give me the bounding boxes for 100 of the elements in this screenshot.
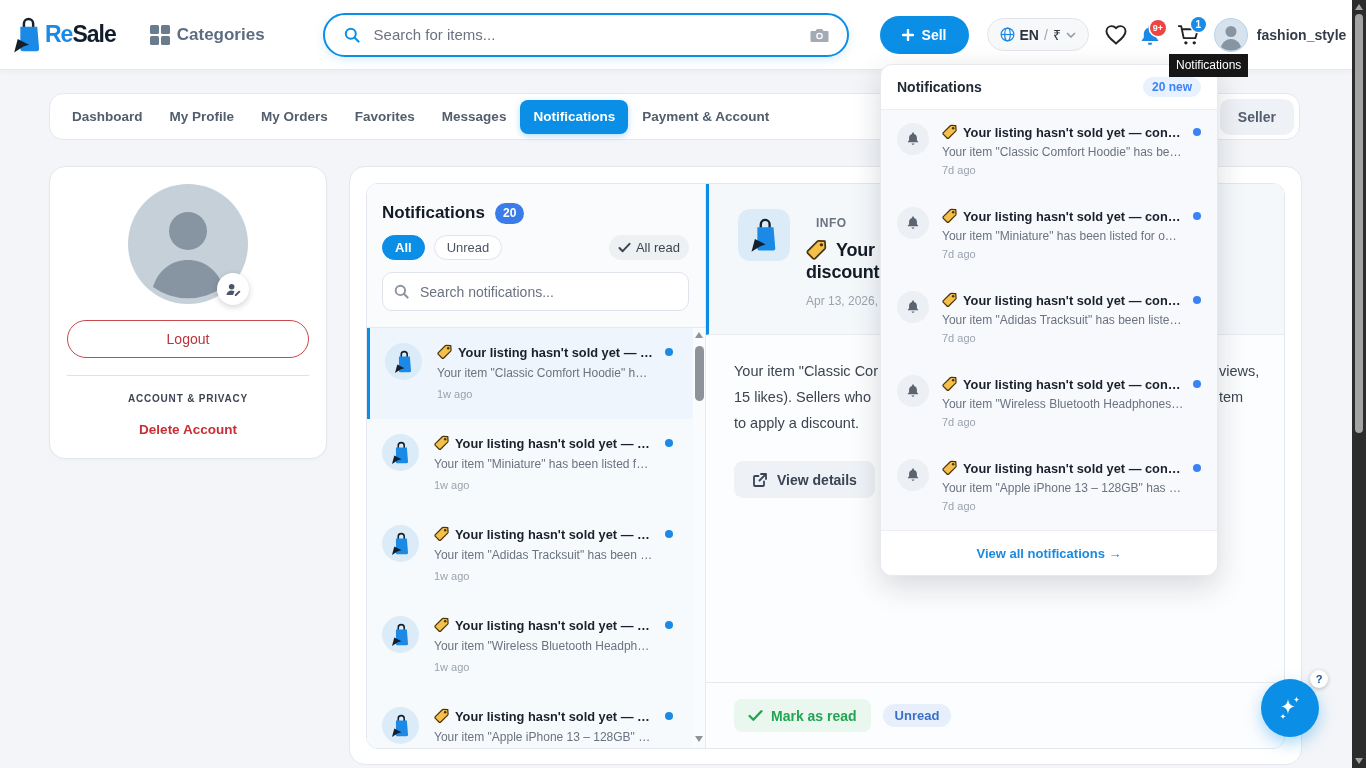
tab[interactable]: Messages — [428, 99, 520, 134]
check-icon — [617, 242, 631, 253]
tab[interactable]: Payment & Account — [629, 99, 783, 134]
message-text: 15 likes). Sellers who — [734, 388, 871, 407]
locale-selector[interactable]: EN / ₹ — [986, 18, 1089, 51]
logo-text[interactable]: ReSale — [45, 21, 116, 48]
bell-icon — [897, 207, 929, 239]
message-text: to apply a discount. — [734, 414, 859, 433]
notification-title: Your listing hasn't sold yet — … — [455, 435, 650, 451]
view-all-link[interactable]: View all notifications → — [976, 545, 1122, 561]
notification-title: Your listing hasn't sold yet — … — [455, 708, 650, 724]
tag-icon — [942, 208, 958, 224]
message-text: views, — [1219, 362, 1260, 381]
search-field[interactable]: Search for items... — [322, 12, 849, 57]
notification-title: Your listing hasn't sold yet — … — [458, 344, 653, 360]
message-text: tem — [1219, 388, 1244, 407]
notification-summary: Your item "Adidas Tracksuit" has been liste… — [942, 312, 1182, 328]
notification-item[interactable]: Your listing hasn't sold yet — con… Your item "Apple iPhone 13 – 128GB" has … 7d ago — [881, 446, 1217, 530]
tag-icon — [942, 376, 958, 392]
bell-icon — [897, 375, 929, 407]
scrollbar-thumb[interactable] — [1355, 14, 1363, 433]
notification-summary: Your item "Wireless Bluetooth Headph… — [434, 638, 650, 654]
search-icon — [343, 26, 360, 43]
notification-time: 1w ago — [437, 387, 473, 401]
help-badge[interactable]: ? — [1310, 670, 1328, 688]
plus-icon — [901, 28, 914, 41]
tag-icon — [434, 435, 450, 451]
detail-title: discount — [806, 261, 880, 283]
panel-title: Notifications — [382, 203, 485, 223]
user-edit-icon — [225, 282, 241, 296]
camera-icon[interactable] — [809, 27, 829, 43]
notification-title: Your listing hasn't sold yet — con… — [963, 460, 1181, 476]
shopping-bag-icon — [382, 434, 419, 471]
mark-all-read-button[interactable]: All read — [608, 235, 689, 260]
notification-type-label: INFO — [816, 215, 847, 231]
notification-count-badge: 9+ — [1149, 19, 1166, 36]
delete-account-link[interactable]: Delete Account — [139, 422, 237, 438]
notification-summary: Your item "Apple iPhone 13 – 128GB" … — [434, 729, 651, 745]
tag-icon — [434, 708, 450, 724]
shopping-bag-icon — [382, 616, 419, 653]
grid-icon — [149, 24, 170, 45]
globe-icon — [999, 27, 1015, 42]
tag-icon — [434, 526, 450, 542]
notification-time: 7d ago — [942, 331, 976, 345]
filter-chip[interactable]: Unread — [433, 235, 503, 260]
notification-time: 7d ago — [942, 415, 976, 429]
notification-title: Your listing hasn't sold yet — … — [455, 617, 650, 633]
heart-icon[interactable] — [1104, 24, 1127, 45]
scrollbar-thumb[interactable] — [694, 346, 704, 401]
new-count-badge: 20 new — [1142, 77, 1201, 97]
chevron-down-icon — [1065, 31, 1076, 38]
logout-button[interactable]: Logout — [67, 320, 309, 358]
notification-title: Your listing hasn't sold yet — con… — [963, 208, 1181, 224]
external-link-icon — [752, 471, 768, 488]
edit-photo-button[interactable] — [217, 273, 249, 305]
tag-icon — [806, 239, 828, 261]
status-badge: Unread — [882, 704, 952, 727]
tag-icon — [437, 344, 453, 360]
categories-menu[interactable]: Categories — [149, 24, 265, 45]
shopping-bag-icon — [382, 525, 419, 562]
check-icon — [748, 709, 763, 722]
notification-title: Your listing hasn't sold yet — con… — [963, 124, 1181, 140]
notification-item[interactable]: Your listing hasn't sold yet — con… Your item "Adidas Tracksuit" has been liste… 7d ago — [881, 278, 1217, 362]
tag-icon — [942, 460, 958, 476]
notification-summary: Your item "Classic Comfort Hoodie" has be… — [942, 144, 1182, 160]
message-text: Your item "Classic Cor — [734, 362, 879, 381]
tab[interactable]: Favorites — [341, 99, 428, 134]
notification-date: Apr 13, 2026, — [806, 293, 879, 309]
view-details-button[interactable]: View details — [734, 461, 875, 498]
count-badge: 20 — [494, 202, 525, 224]
scroll-up-arrow-icon[interactable] — [1355, 4, 1363, 10]
shopping-bag-icon[interactable] — [12, 15, 42, 54]
scroll-down-arrow-icon[interactable] — [1355, 758, 1363, 764]
notification-title: Your listing hasn't sold yet — … — [455, 526, 650, 542]
tab[interactable]: My Orders — [248, 99, 341, 134]
notification-summary: Your item "Apple iPhone 13 – 128GB" has … — [942, 480, 1181, 496]
cart-count-badge: 1 — [1190, 16, 1206, 32]
notification-summary: Your item "Classic Comfort Hoodie" h… — [437, 365, 648, 381]
notification-item[interactable]: Your listing hasn't sold yet — con… Your item "Wireless Bluetooth Headphones… 7d ago — [881, 362, 1217, 446]
notification-summary: Your item "Wireless Bluetooth Headphones… — [942, 396, 1184, 412]
detail-title: Your — [836, 239, 875, 261]
user-avatar[interactable] — [1213, 17, 1248, 52]
shopping-bag-icon — [738, 209, 790, 261]
notification-time: 1w ago — [434, 478, 470, 492]
notification-time: 7d ago — [942, 499, 976, 513]
bell-icon — [897, 123, 929, 155]
bell-icon — [897, 459, 929, 491]
notification-item[interactable]: Your listing hasn't sold yet — con… Your item "Miniature" has been listed for o… 7d ago — [881, 194, 1217, 278]
notification-item[interactable]: Your listing hasn't sold yet — … Your item "Classic Comfort Hoodie" h… 1w ago — [367, 328, 693, 419]
role-option[interactable]: Seller — [1221, 100, 1292, 133]
username[interactable]: fashion_style — [1256, 26, 1347, 43]
tab[interactable]: My Profile — [156, 99, 248, 134]
notification-summary: Your item "Adidas Tracksuit" has been … — [434, 547, 653, 563]
search-icon — [394, 284, 409, 299]
scroll-down-arrow-icon[interactable] — [695, 736, 703, 742]
notification-title: Your listing hasn't sold yet — con… — [963, 292, 1181, 308]
scroll-up-arrow-icon[interactable] — [695, 332, 703, 338]
notification-item[interactable]: Your listing hasn't sold yet — con… Your item "Classic Comfort Hoodie" has be… 7d ago — [881, 110, 1217, 194]
notification-time: 1w ago — [434, 660, 470, 674]
tab[interactable]: Dashboard — [59, 99, 156, 134]
